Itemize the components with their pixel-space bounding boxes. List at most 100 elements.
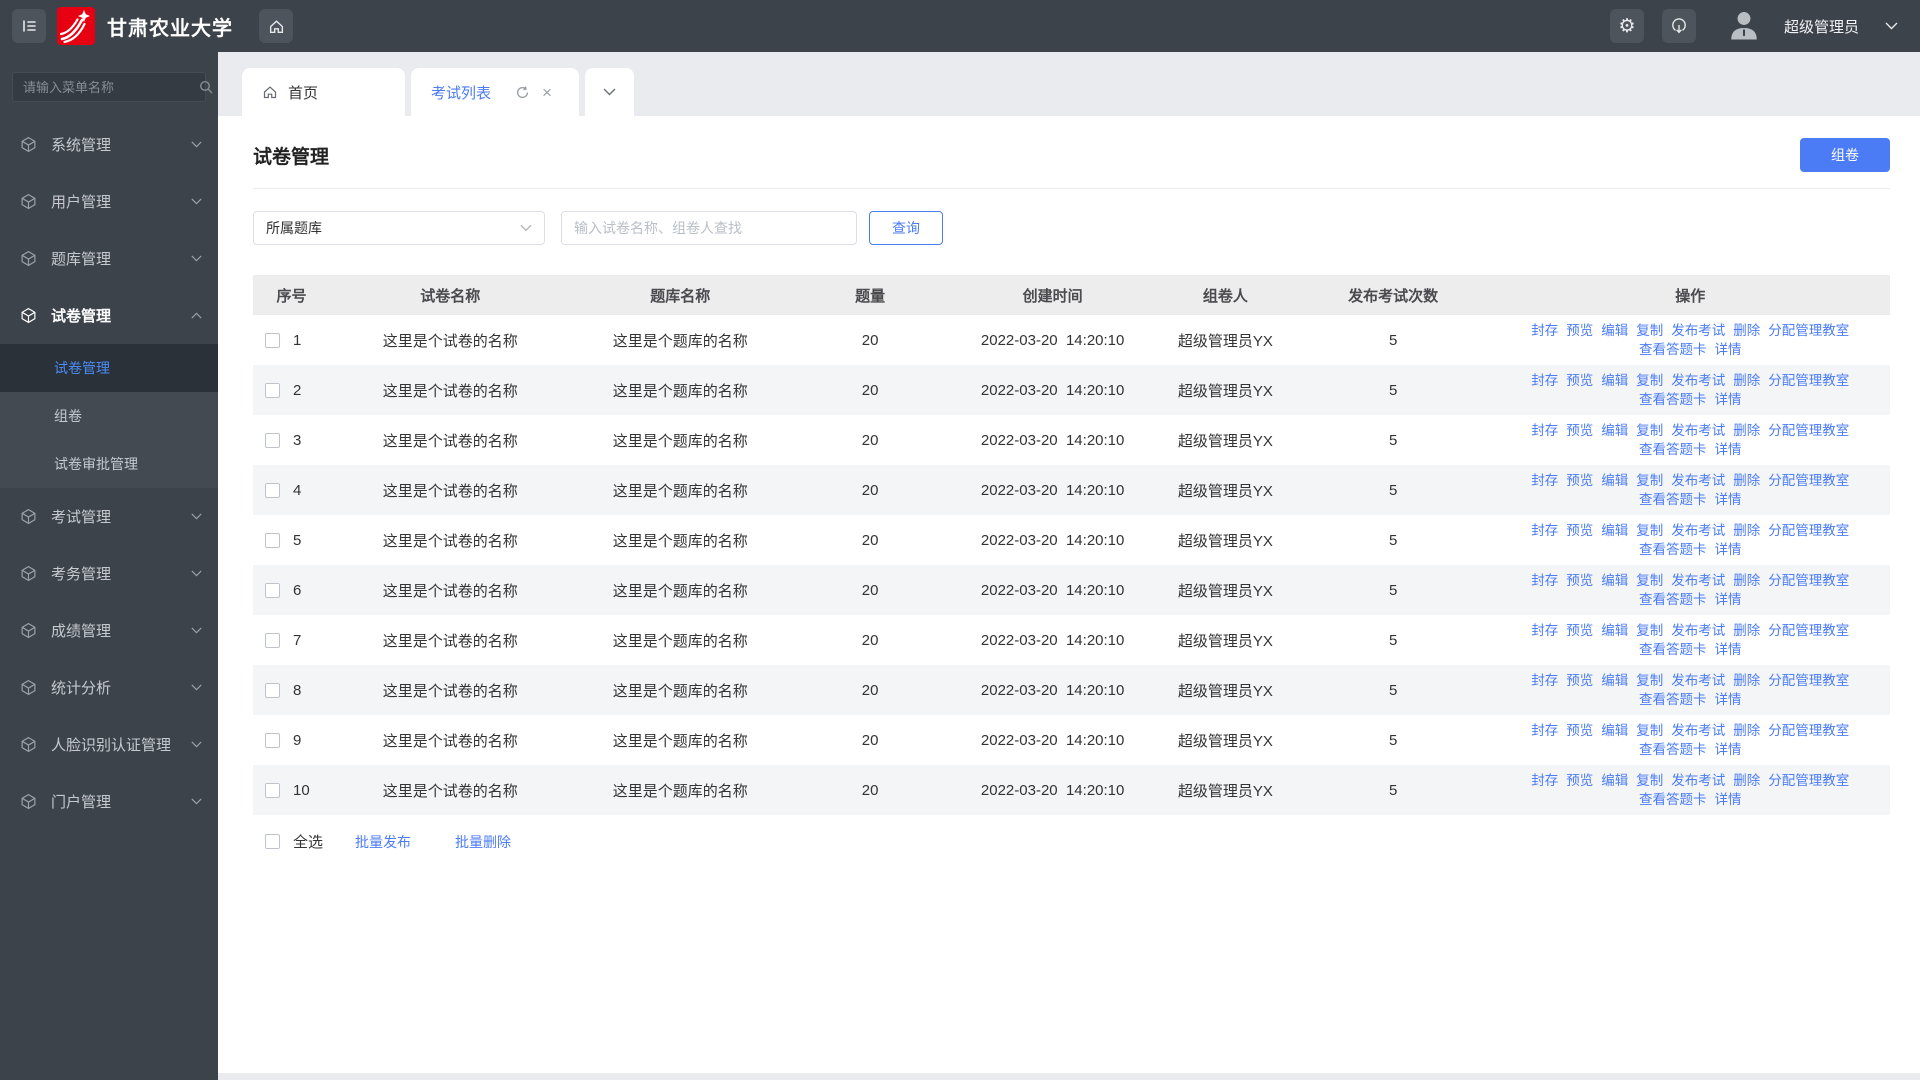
action-edit[interactable]: 编辑 [1601,573,1628,588]
action-delete[interactable]: 删除 [1733,623,1760,638]
action-assign-classroom[interactable]: 分配管理教室 [1768,473,1849,488]
action-preview[interactable]: 预览 [1566,323,1593,338]
row-checkbox[interactable] [265,382,280,398]
action-preview[interactable]: 预览 [1566,623,1593,638]
action-edit[interactable]: 编辑 [1601,723,1628,738]
action-publish-exam[interactable]: 发布考试 [1671,723,1725,738]
query-button[interactable]: 查询 [869,211,943,245]
sidebar-item-9[interactable]: 门户管理 [0,773,218,830]
action-copy[interactable]: 复制 [1636,673,1663,688]
action-publish-exam[interactable]: 发布考试 [1671,573,1725,588]
action-copy[interactable]: 复制 [1636,373,1663,388]
tab-exam-list[interactable]: 考试列表 × [411,68,579,116]
action-details[interactable]: 详情 [1715,392,1742,407]
action-copy[interactable]: 复制 [1636,723,1663,738]
action-delete[interactable]: 删除 [1733,523,1760,538]
menu-search-box[interactable] [12,72,213,102]
paper-search-input[interactable] [561,211,857,245]
action-archive[interactable]: 封存 [1531,723,1558,738]
action-archive[interactable]: 封存 [1531,523,1558,538]
action-delete[interactable]: 删除 [1733,773,1760,788]
close-icon[interactable]: × [542,84,552,101]
action-assign-classroom[interactable]: 分配管理教室 [1768,523,1849,538]
tab-more-dropdown[interactable] [585,68,634,116]
action-details[interactable]: 详情 [1715,442,1742,457]
batch-publish-link[interactable]: 批量发布 [355,832,411,852]
action-delete[interactable]: 删除 [1733,723,1760,738]
action-assign-classroom[interactable]: 分配管理教室 [1768,423,1849,438]
refresh-icon[interactable] [515,85,530,100]
action-copy[interactable]: 复制 [1636,323,1663,338]
action-assign-classroom[interactable]: 分配管理教室 [1768,773,1849,788]
sidebar-subitem-3-2[interactable]: 试卷审批管理 [0,440,218,488]
action-copy[interactable]: 复制 [1636,473,1663,488]
action-copy[interactable]: 复制 [1636,773,1663,788]
sidebar-subitem-3-0[interactable]: 试卷管理 [0,344,218,392]
action-view-answer-sheet[interactable]: 查看答题卡 [1639,392,1707,407]
row-checkbox[interactable] [265,682,280,698]
action-assign-classroom[interactable]: 分配管理教室 [1768,723,1849,738]
action-preview[interactable]: 预览 [1566,523,1593,538]
action-publish-exam[interactable]: 发布考试 [1671,673,1725,688]
action-edit[interactable]: 编辑 [1601,773,1628,788]
action-edit[interactable]: 编辑 [1601,373,1628,388]
action-archive[interactable]: 封存 [1531,323,1558,338]
action-publish-exam[interactable]: 发布考试 [1671,523,1725,538]
sidebar-subitem-3-1[interactable]: 组卷 [0,392,218,440]
action-delete[interactable]: 删除 [1733,423,1760,438]
action-preview[interactable]: 预览 [1566,423,1593,438]
sidebar-item-3[interactable]: 试卷管理 [0,287,218,344]
action-copy[interactable]: 复制 [1636,523,1663,538]
action-preview[interactable]: 预览 [1566,773,1593,788]
menu-search-input[interactable] [23,79,199,95]
row-checkbox[interactable] [265,582,280,598]
action-archive[interactable]: 封存 [1531,423,1558,438]
user-avatar[interactable] [1726,8,1762,44]
sidebar-item-4[interactable]: 考试管理 [0,488,218,545]
action-details[interactable]: 详情 [1715,742,1742,757]
action-edit[interactable]: 编辑 [1601,673,1628,688]
action-delete[interactable]: 删除 [1733,323,1760,338]
action-assign-classroom[interactable]: 分配管理教室 [1768,623,1849,638]
action-archive[interactable]: 封存 [1531,773,1558,788]
action-archive[interactable]: 封存 [1531,673,1558,688]
action-archive[interactable]: 封存 [1531,573,1558,588]
action-delete[interactable]: 删除 [1733,673,1760,688]
action-view-answer-sheet[interactable]: 查看答题卡 [1639,542,1707,557]
action-archive[interactable]: 封存 [1531,373,1558,388]
action-preview[interactable]: 预览 [1566,723,1593,738]
action-details[interactable]: 详情 [1715,542,1742,557]
action-details[interactable]: 详情 [1715,642,1742,657]
action-details[interactable]: 详情 [1715,492,1742,507]
user-menu-chevron-icon[interactable] [1885,22,1898,30]
sidebar-item-1[interactable]: 用户管理 [0,173,218,230]
row-checkbox[interactable] [265,732,280,748]
sidebar-item-5[interactable]: 考务管理 [0,545,218,602]
action-archive[interactable]: 封存 [1531,623,1558,638]
action-assign-classroom[interactable]: 分配管理教室 [1768,573,1849,588]
row-checkbox[interactable] [265,782,280,798]
row-checkbox[interactable] [265,482,280,498]
action-delete[interactable]: 删除 [1733,473,1760,488]
action-preview[interactable]: 预览 [1566,473,1593,488]
action-edit[interactable]: 编辑 [1601,623,1628,638]
action-edit[interactable]: 编辑 [1601,323,1628,338]
action-publish-exam[interactable]: 发布考试 [1671,473,1725,488]
action-publish-exam[interactable]: 发布考试 [1671,323,1725,338]
home-button[interactable] [259,9,293,43]
action-details[interactable]: 详情 [1715,592,1742,607]
row-checkbox[interactable] [265,632,280,648]
action-details[interactable]: 详情 [1715,342,1742,357]
action-preview[interactable]: 预览 [1566,573,1593,588]
action-view-answer-sheet[interactable]: 查看答题卡 [1639,742,1707,757]
collapse-menu-button[interactable] [12,9,46,43]
action-copy[interactable]: 复制 [1636,623,1663,638]
row-checkbox[interactable] [265,432,280,448]
action-archive[interactable]: 封存 [1531,473,1558,488]
sidebar-item-0[interactable]: 系统管理 [0,116,218,173]
action-details[interactable]: 详情 [1715,792,1742,807]
sidebar-item-8[interactable]: 人脸识别认证管理 [0,716,218,773]
sidebar-item-2[interactable]: 题库管理 [0,230,218,287]
sidebar-item-7[interactable]: 统计分析 [0,659,218,716]
action-publish-exam[interactable]: 发布考试 [1671,773,1725,788]
